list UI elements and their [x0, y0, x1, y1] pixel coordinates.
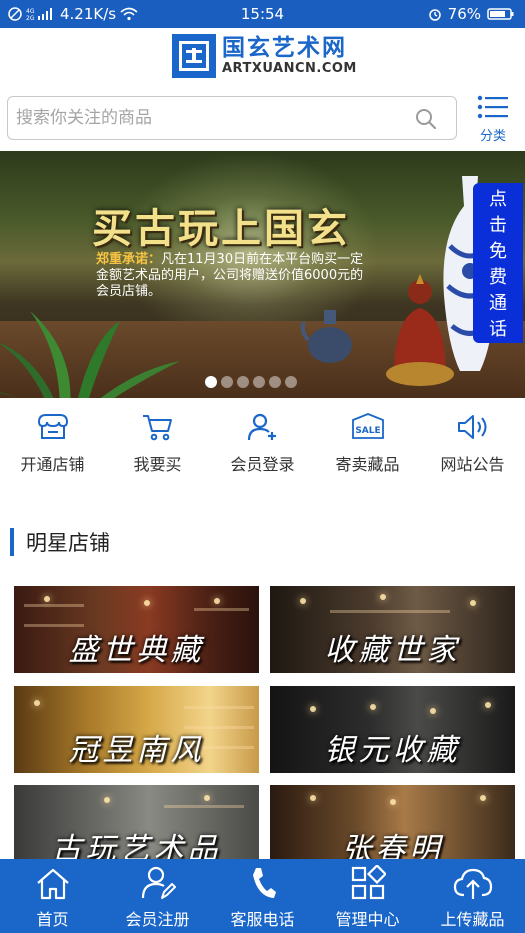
carousel-dot[interactable]: [269, 376, 281, 388]
bottom-nav-home[interactable]: 首页: [0, 859, 105, 933]
search-row: 分类: [0, 92, 525, 144]
shop-icon: [0, 410, 105, 444]
call-char: 话: [489, 319, 507, 340]
carousel-dot[interactable]: [237, 376, 249, 388]
store-name: 冠昱南风: [68, 733, 205, 768]
section-accent-bar: [10, 528, 14, 556]
quick-nav-label: 寄卖藏品: [335, 455, 400, 474]
section-title: 明星店铺: [26, 531, 110, 555]
store-card[interactable]: 银元收藏: [270, 686, 515, 773]
quick-nav-label: 我要买: [133, 455, 182, 474]
site-header: 国玄艺术网 ARTXUANCN.COM: [0, 28, 525, 86]
carousel-dots: [205, 376, 297, 388]
call-char: 费: [489, 267, 507, 288]
phone-icon: [210, 859, 315, 901]
carousel-dot[interactable]: [285, 376, 297, 388]
status-bar: 4G 2G 4.21K/s 15:54 76%: [0, 0, 525, 28]
bottom-nav-label: 会员注册: [125, 910, 190, 929]
logo-domain: ARTXUANCN.COM: [222, 61, 357, 76]
site-logo[interactable]: 国玄艺术网 ARTXUANCN.COM: [172, 34, 357, 78]
bottom-nav-label: 上传藏品: [440, 910, 505, 929]
quick-nav-login[interactable]: 会员登录: [210, 410, 315, 480]
list-icon: [477, 95, 509, 124]
battery-icon: [487, 7, 515, 21]
logo-name-cn: 国玄艺术网: [222, 35, 347, 61]
user-edit-icon: [105, 859, 210, 901]
bottom-nav-service-phone[interactable]: 客服电话: [210, 859, 315, 933]
user-add-icon: [210, 410, 315, 444]
cloud-upload-icon: [420, 859, 525, 901]
battery-level: 76%: [447, 5, 481, 23]
banner-title: 买古玩上国玄: [92, 206, 350, 252]
quick-nav-open-shop[interactable]: 开通店铺: [0, 410, 105, 480]
quick-nav-notice[interactable]: 网站公告: [420, 410, 525, 480]
carousel-dot[interactable]: [205, 376, 217, 388]
quick-nav-label: 会员登录: [230, 455, 295, 474]
call-char: 点: [489, 189, 507, 210]
call-char: 免: [489, 241, 507, 262]
bottom-nav: 首页 会员注册 客服电话 管理中心 上传藏品: [0, 859, 525, 933]
carousel-dot[interactable]: [253, 376, 265, 388]
quick-nav-consign[interactable]: SALE 寄卖藏品: [315, 410, 420, 480]
store-card[interactable]: 冠昱南风: [14, 686, 259, 773]
grid-icon: [315, 859, 420, 901]
category-label: 分类: [479, 129, 506, 144]
search-box[interactable]: [7, 96, 457, 140]
bottom-nav-manage[interactable]: 管理中心: [315, 859, 420, 933]
search-icon[interactable]: [414, 107, 438, 135]
logo-mark-icon: [172, 34, 216, 78]
call-char: 击: [489, 215, 507, 236]
alarm-icon: [428, 7, 442, 21]
store-name: 银元收藏: [324, 733, 461, 768]
quick-nav-buy[interactable]: 我要买: [105, 410, 210, 480]
carousel-dot[interactable]: [221, 376, 233, 388]
bottom-nav-label: 管理中心: [335, 910, 400, 929]
call-char: 通: [489, 293, 507, 314]
home-icon: [0, 859, 105, 901]
section-header: 明星店铺: [10, 528, 110, 556]
cart-icon: [105, 410, 210, 444]
store-card[interactable]: 盛世典藏: [14, 586, 259, 673]
logo-text: 国玄艺术网 ARTXUANCN.COM: [222, 35, 357, 77]
bottom-nav-upload[interactable]: 上传藏品: [420, 859, 525, 933]
quick-nav-label: 网站公告: [440, 455, 505, 474]
bottom-nav-label: 首页: [36, 910, 69, 929]
search-input[interactable]: [16, 97, 406, 139]
promise-emphasis: 郑重承诺：: [96, 252, 162, 267]
bottom-nav-register[interactable]: 会员注册: [105, 859, 210, 933]
store-name: 盛世典藏: [68, 633, 205, 668]
banner-promise: 郑重承诺：凡在11月30日前在本平台购买一定金额艺术品的用户，公司将赠送价值60…: [96, 252, 376, 300]
bottom-nav-label: 客服电话: [230, 910, 295, 929]
teapot-image: [300, 310, 352, 363]
quick-nav: 开通店铺 我要买 会员登录 SALE 寄卖藏品 网站公告: [0, 410, 525, 480]
quick-nav-label: 开通店铺: [20, 455, 85, 474]
speaker-icon: [420, 410, 525, 444]
status-right: 76%: [428, 5, 515, 23]
sale-tag-icon: SALE: [315, 410, 420, 444]
category-button[interactable]: 分类: [470, 94, 516, 144]
store-card[interactable]: 收藏世家: [270, 586, 515, 673]
svg-text:SALE: SALE: [355, 426, 380, 436]
banner-plant-image: [0, 311, 180, 398]
free-call-button[interactable]: 点 击 免 费 通 话: [473, 183, 523, 343]
store-name: 收藏世家: [324, 633, 461, 668]
